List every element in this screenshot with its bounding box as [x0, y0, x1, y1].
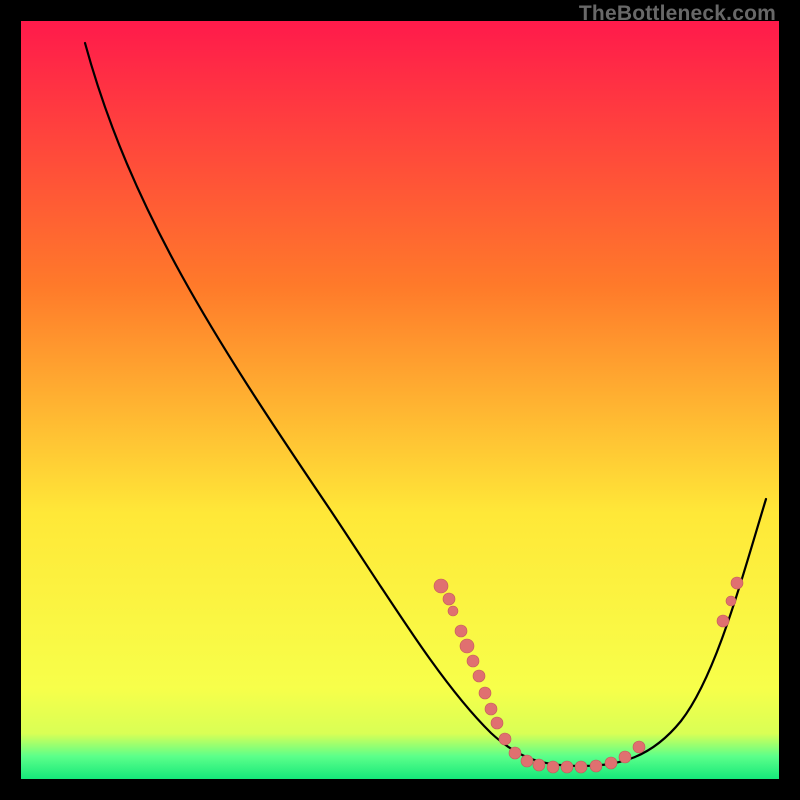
data-marker	[633, 741, 645, 753]
chart-svg	[21, 21, 779, 779]
data-marker	[443, 593, 455, 605]
chart-frame	[21, 21, 779, 779]
data-marker	[726, 596, 736, 606]
data-marker	[479, 687, 491, 699]
data-marker	[455, 625, 467, 637]
data-marker	[575, 761, 587, 773]
plot-background	[21, 21, 779, 779]
data-marker	[533, 759, 545, 771]
data-marker	[590, 760, 602, 772]
data-marker	[448, 606, 458, 616]
data-marker	[460, 639, 474, 653]
data-marker	[717, 615, 729, 627]
data-marker	[547, 761, 559, 773]
data-marker	[521, 755, 533, 767]
data-marker	[731, 577, 743, 589]
data-marker	[509, 747, 521, 759]
data-marker	[619, 751, 631, 763]
data-marker	[561, 761, 573, 773]
data-marker	[473, 670, 485, 682]
data-marker	[485, 703, 497, 715]
data-marker	[467, 655, 479, 667]
data-marker	[605, 757, 617, 769]
data-marker	[499, 733, 511, 745]
data-marker	[491, 717, 503, 729]
data-marker	[434, 579, 448, 593]
